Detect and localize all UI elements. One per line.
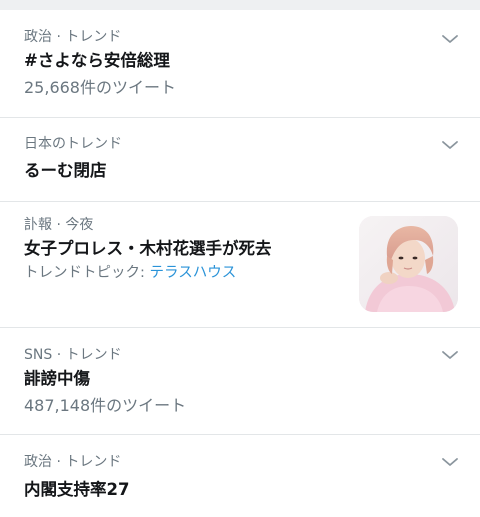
trend-item[interactable]: 日本のトレンド るーむ閉店 bbox=[0, 118, 480, 201]
trend-item[interactable]: 政治 · トレンド #さよなら安倍総理 25,668件のツイート bbox=[0, 10, 480, 117]
trend-topic-link[interactable]: テラスハウス bbox=[150, 265, 237, 281]
news-thumbnail[interactable] bbox=[359, 216, 458, 312]
chevron-down-icon[interactable] bbox=[440, 32, 460, 46]
trend-title: るーむ閉店 bbox=[24, 161, 107, 180]
trend-meta: 日本のトレンド bbox=[24, 136, 122, 152]
trend-topic: トレンドトピック: テラスハウス bbox=[24, 264, 236, 282]
chevron-down-icon[interactable] bbox=[440, 348, 460, 362]
trend-meta: 政治 · トレンド bbox=[24, 29, 122, 45]
trend-item[interactable]: SNS · トレンド 誹謗中傷 487,148件のツイート bbox=[0, 328, 480, 434]
trend-topic-prefix: トレンドトピック: bbox=[24, 265, 150, 281]
chevron-down-icon[interactable] bbox=[440, 455, 460, 469]
top-separator bbox=[0, 0, 480, 10]
trend-tweet-count: 25,668件のツイート bbox=[24, 78, 176, 97]
trend-item[interactable]: 政治 · トレンド 内閣支持率27 bbox=[0, 435, 480, 517]
trend-meta: 政治 · トレンド bbox=[24, 454, 122, 470]
trend-title: #さよなら安倍総理 bbox=[24, 51, 170, 70]
trends-screen: 政治 · トレンド #さよなら安倍総理 25,668件のツイート 日本のトレンド… bbox=[0, 0, 480, 517]
trend-title: 女子プロレス・木村花選手が死去 bbox=[24, 239, 272, 258]
chevron-down-icon[interactable] bbox=[440, 138, 460, 152]
trend-title: 誹謗中傷 bbox=[24, 369, 90, 388]
trend-tweet-count: 487,148件のツイート bbox=[24, 396, 187, 415]
trend-title: 内閣支持率27 bbox=[24, 480, 130, 499]
trend-meta: 訃報 · 今夜 bbox=[24, 217, 94, 233]
news-thumbnail-image bbox=[359, 216, 458, 312]
trend-meta: SNS · トレンド bbox=[24, 347, 122, 363]
